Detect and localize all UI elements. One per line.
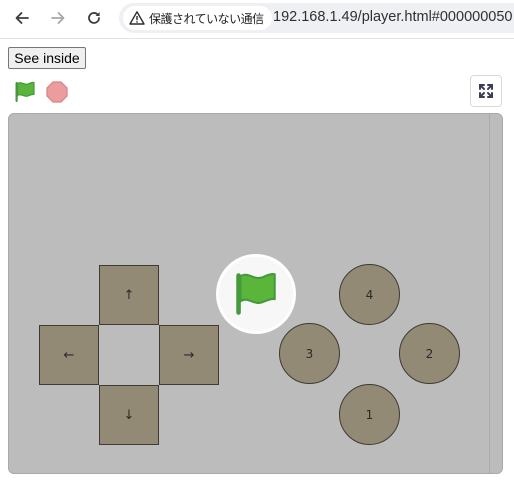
arrow-left-icon [14, 10, 30, 26]
reload-icon [86, 10, 102, 26]
address-bar[interactable]: 保護されていない通信 192.168.1.49/player.html#0000… [119, 3, 514, 33]
warning-triangle-icon [129, 10, 145, 26]
security-indicator[interactable]: 保護されていない通信 [123, 6, 272, 30]
action-button-4[interactable]: 4 [339, 264, 400, 325]
fullscreen-button[interactable] [470, 75, 502, 107]
forward-button[interactable] [44, 4, 72, 32]
dpad-right-key[interactable]: → [159, 325, 219, 385]
fullscreen-icon [478, 83, 494, 99]
stop-button[interactable] [44, 79, 70, 105]
green-flag-button[interactable] [12, 79, 38, 105]
stop-sign-icon [44, 79, 70, 105]
action-button-2[interactable]: 2 [399, 323, 460, 384]
green-flag-icon [12, 79, 38, 105]
arrow-right-icon [50, 10, 66, 26]
dpad-down-key[interactable]: ↓ [99, 385, 159, 445]
stage-side-panel [490, 114, 502, 473]
stage-frame: ↑ ← → ↓ 4 3 2 1 [8, 113, 503, 474]
stage[interactable]: ↑ ← → ↓ 4 3 2 1 [9, 114, 490, 473]
see-inside-button[interactable]: See inside [8, 47, 86, 69]
security-label: 保護されていない通信 [149, 11, 264, 26]
dpad-left-key[interactable]: ← [39, 325, 99, 385]
dpad-up-key[interactable]: ↑ [99, 265, 159, 325]
url-text[interactable]: 192.168.1.49/player.html#000000050 [273, 9, 512, 25]
start-flag-overlay[interactable] [216, 254, 296, 334]
reload-button[interactable] [80, 4, 108, 32]
browser-toolbar: 保護されていない通信 192.168.1.49/player.html#0000… [0, 0, 514, 39]
back-button[interactable] [8, 4, 36, 32]
action-button-1[interactable]: 1 [339, 384, 400, 445]
green-flag-icon [229, 267, 283, 321]
action-button-3[interactable]: 3 [279, 323, 340, 384]
